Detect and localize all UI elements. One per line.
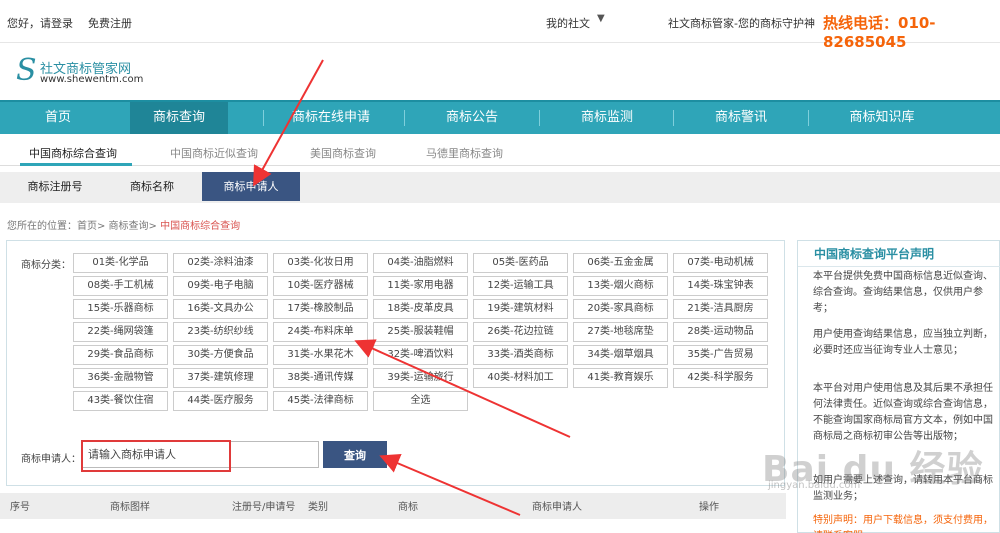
category-item[interactable]: 38类-通讯传媒 xyxy=(273,368,368,388)
category-item[interactable]: 08类-手工机械 xyxy=(73,276,168,296)
category-item[interactable]: 20类-家具商标 xyxy=(573,299,668,319)
col-class: 类别 xyxy=(308,502,328,513)
category-item[interactable]: 12类-运输工具 xyxy=(473,276,568,296)
category-item[interactable]: 16类-文具办公 xyxy=(173,299,268,319)
category-item[interactable]: 02类-涂料油漆 xyxy=(173,253,268,273)
category-item[interactable]: 05类-医药品 xyxy=(473,253,568,273)
logo-url: www.shewentm.com xyxy=(40,74,144,85)
category-item[interactable]: 03类-化妆日用 xyxy=(273,253,368,273)
category-item[interactable]: 29类-食品商标 xyxy=(73,345,168,365)
disclaimer-p5: 特别声明：用户下载信息，须支付费用，请联系客服。 xyxy=(813,515,993,533)
qtab-reg-number[interactable]: 商标注册号 xyxy=(10,172,100,201)
category-item[interactable]: 15类-乐器商标 xyxy=(73,299,168,319)
category-item[interactable]: 39类-运输旅行 xyxy=(373,368,468,388)
breadcrumb-current: 中国商标综合查询 xyxy=(160,221,241,232)
category-label: 商标分类： xyxy=(21,260,71,271)
category-item[interactable]: 13类-烟火商标 xyxy=(573,276,668,296)
col-trademark: 商标 xyxy=(398,502,418,513)
col-image: 商标图样 xyxy=(110,502,150,513)
nav-item-trademark-search[interactable]: 商标查询 xyxy=(130,102,228,134)
category-item[interactable]: 26类-花边拉链 xyxy=(473,322,568,342)
category-item[interactable]: 24类-布料床单 xyxy=(273,322,368,342)
active-tab-underline xyxy=(20,163,132,166)
category-item[interactable]: 25类-服装鞋帽 xyxy=(373,322,468,342)
category-item[interactable]: 37类-建筑修理 xyxy=(173,368,268,388)
category-item[interactable]: 11类-家用电器 xyxy=(373,276,468,296)
login-link[interactable]: 您好，请登录 xyxy=(7,15,73,31)
site-logo[interactable]: S 社文商标管家网 www.shewentm.com xyxy=(16,53,156,90)
search-type-tabs: 中国商标综合查询 中国商标近似查询 美国商标查询 马德里商标查询 xyxy=(0,134,1000,166)
hotline-number: 热线电话：010-82685045 xyxy=(823,14,936,51)
query-mode-tabs: 商标注册号 商标名称 商标申请人 xyxy=(0,172,1000,203)
disclaimer-p1: 本平台提供免费中国商标信息近似查询、综合查询。查询结果信息，仅供用户参考； xyxy=(813,271,993,314)
category-item[interactable]: 28类-运动物品 xyxy=(673,322,768,342)
category-item[interactable]: 10类-医疗器械 xyxy=(273,276,368,296)
category-item[interactable]: 33类-酒类商标 xyxy=(473,345,568,365)
category-item[interactable]: 44类-医疗服务 xyxy=(173,391,268,411)
tab-china-similar[interactable]: 中国商标近似查询 xyxy=(170,145,258,161)
col-actions: 操作 xyxy=(699,502,719,513)
category-item[interactable]: 22类-绳网袋篷 xyxy=(73,322,168,342)
search-button[interactable]: 查询 xyxy=(323,441,387,468)
category-item[interactable]: 32类-啤酒饮料 xyxy=(373,345,468,365)
applicant-label: 商标申请人： xyxy=(21,454,81,465)
main-nav: 首页 商标查询 商标在线申请 商标公告 商标监测 商标警讯 商标知识库 xyxy=(0,100,1000,134)
select-all-button[interactable]: 全选 xyxy=(373,391,468,411)
applicant-input-wrapper xyxy=(82,441,319,468)
category-item[interactable]: 36类-金融物管 xyxy=(73,368,168,388)
category-item[interactable]: 30类-方便食品 xyxy=(173,345,268,365)
category-item[interactable]: 23类-纺织纱线 xyxy=(173,322,268,342)
disclaimer-title: 中国商标查询平台声明 xyxy=(798,241,1000,267)
col-applicant: 商标申请人 xyxy=(532,502,582,513)
nav-item-knowledge[interactable]: 商标知识库 xyxy=(809,102,955,134)
category-item[interactable]: 21类-洁具厨房 xyxy=(673,299,768,319)
disclaimer-p2: 用户使用查询结果信息，应当独立判断，必要时还应当征询专业人士意见； xyxy=(813,329,993,356)
nav-item-home[interactable]: 首页 xyxy=(8,102,108,134)
category-item[interactable]: 42类-科学服务 xyxy=(673,368,768,388)
col-index: 序号 xyxy=(10,502,30,513)
top-bar: 您好，请登录 免费注册 我的社文 ▼ 社文商标管家-您的商标守护神 热线电话：0… xyxy=(0,0,1000,51)
register-link[interactable]: 免费注册 xyxy=(88,15,132,31)
nav-item-online-apply[interactable]: 商标在线申请 xyxy=(264,102,398,134)
breadcrumb-path[interactable]: 您所在的位置：首页> 商标查询> xyxy=(7,221,160,232)
chevron-down-icon[interactable]: ▼ xyxy=(597,13,605,24)
col-reg-number: 注册号/申请号 xyxy=(232,502,296,513)
category-item[interactable]: 19类-建筑材料 xyxy=(473,299,568,319)
nav-item-alert[interactable]: 商标警讯 xyxy=(674,102,808,134)
applicant-input[interactable] xyxy=(83,442,318,467)
nav-item-announcement[interactable]: 商标公告 xyxy=(405,102,539,134)
results-table-header: 序号 商标图样 注册号/申请号 类别 商标 商标申请人 操作 xyxy=(0,493,786,519)
category-item[interactable]: 18类-皮革皮具 xyxy=(373,299,468,319)
category-item[interactable]: 34类-烟草烟具 xyxy=(573,345,668,365)
category-item[interactable]: 17类-橡胶制品 xyxy=(273,299,368,319)
tab-china-comprehensive[interactable]: 中国商标综合查询 xyxy=(29,145,117,161)
category-item[interactable]: 43类-餐饮住宿 xyxy=(73,391,168,411)
disclaimer-p3: 本平台对用户使用信息及其后果不承担任何法律责任。近似查询或综合查询信息，不能查询… xyxy=(813,383,993,442)
category-item[interactable]: 07类-电动机械 xyxy=(673,253,768,273)
category-item[interactable]: 41类-教育娱乐 xyxy=(573,368,668,388)
site-slogan: 社文商标管家-您的商标守护神 xyxy=(668,17,815,30)
category-item[interactable]: 27类-地毯席垫 xyxy=(573,322,668,342)
category-item[interactable]: 14类-珠宝钟表 xyxy=(673,276,768,296)
category-item[interactable]: 40类-材料加工 xyxy=(473,368,568,388)
tab-us-search[interactable]: 美国商标查询 xyxy=(310,145,376,161)
qtab-applicant[interactable]: 商标申请人 xyxy=(202,172,300,201)
category-item[interactable]: 35类-广告贸易 xyxy=(673,345,768,365)
my-account-menu[interactable]: 我的社文 xyxy=(546,15,590,31)
category-item[interactable]: 06类-五金金属 xyxy=(573,253,668,273)
category-item[interactable]: 04类-油脂燃料 xyxy=(373,253,468,273)
category-item[interactable]: 31类-水果花木 xyxy=(273,345,368,365)
tab-madrid-search[interactable]: 马德里商标查询 xyxy=(426,145,503,161)
category-item[interactable]: 45类-法律商标 xyxy=(273,391,368,411)
category-item[interactable]: 09类-电子电脑 xyxy=(173,276,268,296)
category-item[interactable]: 01类-化学品 xyxy=(73,253,168,273)
nav-item-monitoring[interactable]: 商标监测 xyxy=(540,102,674,134)
breadcrumb: 您所在的位置：首页> 商标查询> 中国商标综合查询 xyxy=(7,217,240,232)
qtab-name[interactable]: 商标名称 xyxy=(108,172,196,201)
logo-s-mark: S xyxy=(16,53,37,88)
baidu-watermark-url: jingyan.baidu.com xyxy=(768,480,861,491)
